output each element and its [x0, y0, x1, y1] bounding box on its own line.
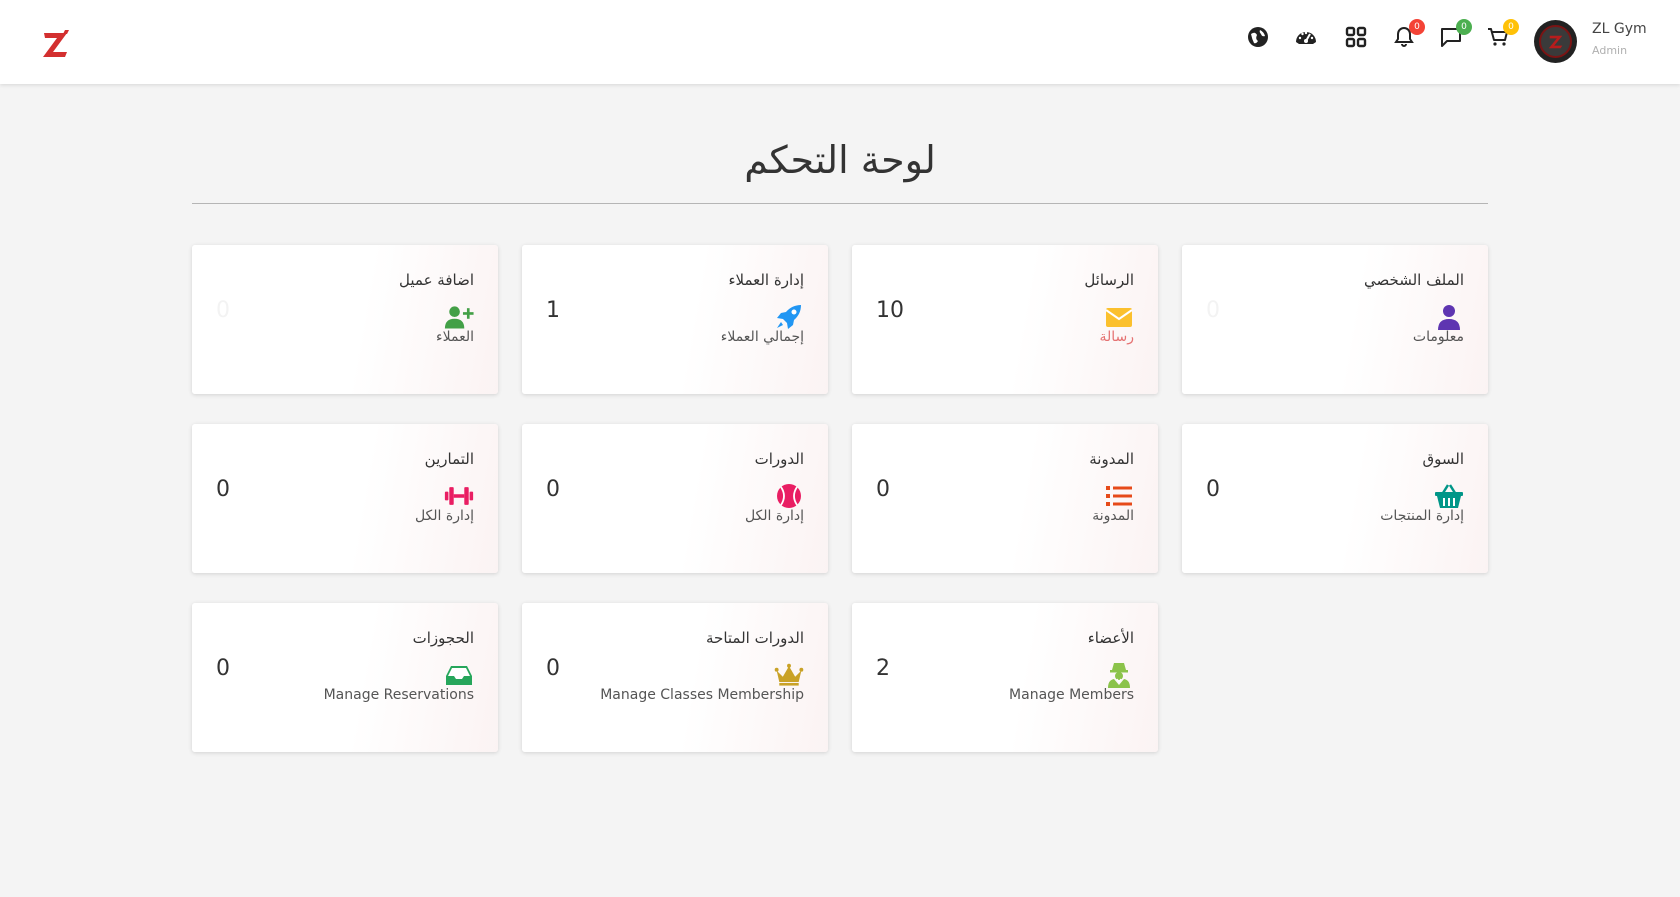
card-count: 0 [546, 477, 560, 502]
card-count: 0 [1206, 477, 1220, 502]
globe-icon[interactable] [1243, 22, 1273, 52]
crown-icon [774, 661, 804, 689]
dumbbell-icon [444, 482, 474, 510]
dashboard-card[interactable]: اضافة عميل العملاء 0 [192, 245, 498, 394]
card-subtitle: Manage Members [1009, 687, 1134, 703]
card-subtitle: رسالة [1099, 329, 1134, 345]
card-count: 1 [546, 298, 560, 323]
card-title: التمارين [424, 450, 474, 468]
card-title: اضافة عميل [399, 271, 474, 289]
card-count: 0 [1206, 298, 1220, 323]
dashboard-card[interactable]: إدارة العملاء إجمالي العملاء 1 [522, 245, 828, 394]
speedometer-icon[interactable] [1291, 22, 1321, 52]
grid-icon[interactable] [1341, 22, 1371, 52]
card-count: 0 [876, 477, 890, 502]
inbox-icon [444, 661, 474, 689]
user-icon [1434, 303, 1464, 331]
card-title: الرسائل [1084, 271, 1134, 289]
dashboard-card[interactable]: الملف الشخصي معلومات 0 [1182, 245, 1488, 394]
card-subtitle: إدارة الكل [414, 508, 474, 524]
bell-icon[interactable]: 0 [1389, 19, 1425, 52]
card-count: 0 [216, 656, 230, 681]
avatar-logo-icon [1539, 25, 1572, 58]
notification-badge: 0 [1409, 19, 1425, 35]
dashboard-card[interactable]: الحجوزات Manage Reservations 0 [192, 603, 498, 752]
card-title: المدونة [1089, 450, 1134, 468]
envelope-icon [1104, 303, 1134, 331]
basket-icon [1434, 482, 1464, 510]
dashboard-card[interactable]: الأعضاء Manage Members 2 [852, 603, 1158, 752]
card-count: 0 [546, 656, 560, 681]
dashboard-card[interactable]: الرسائل رسالة 10 [852, 245, 1158, 394]
logo-icon[interactable] [41, 29, 71, 59]
user-name[interactable]: ZL Gym [1592, 21, 1647, 37]
card-subtitle: معلومات [1412, 329, 1464, 345]
card-subtitle: إجمالي العملاء [720, 329, 804, 345]
card-subtitle: إدارة المنتجات [1380, 508, 1464, 524]
chat-icon[interactable]: 0 [1436, 19, 1472, 52]
avatar[interactable] [1534, 20, 1577, 63]
card-count: 0 [216, 477, 230, 502]
list-icon [1104, 482, 1134, 510]
dashboard-card[interactable]: المدونة المدونة 0 [852, 424, 1158, 573]
user-role: Admin [1592, 44, 1628, 57]
member-icon [1104, 661, 1134, 689]
ball-icon [774, 482, 804, 510]
card-title: الأعضاء [1087, 629, 1134, 647]
cart-badge: 0 [1503, 19, 1519, 35]
message-badge: 0 [1456, 19, 1472, 35]
page-title: لوحة التحكم [744, 138, 936, 182]
card-count: 10 [876, 298, 904, 323]
card-title: الدورات المتاحة [706, 629, 804, 647]
dashboard-card[interactable]: الدورات المتاحة Manage Classes Membership… [522, 603, 828, 752]
card-subtitle: المدونة [1092, 508, 1134, 524]
dashboard-card[interactable]: السوق إدارة المنتجات 0 [1182, 424, 1488, 573]
card-title: السوق [1422, 450, 1464, 468]
card-subtitle: Manage Reservations [323, 687, 474, 703]
user-plus-icon [444, 303, 474, 331]
card-title: الدورات [754, 450, 804, 468]
dashboard-card[interactable]: التمارين إدارة الكل 0 [192, 424, 498, 573]
card-subtitle: العملاء [436, 329, 474, 345]
rocket-icon [774, 303, 804, 331]
cart-icon[interactable]: 0 [1483, 19, 1519, 52]
card-count: 0 [216, 298, 230, 323]
card-title: الملف الشخصي [1364, 271, 1464, 289]
top-navbar: 0 0 0 ZL Gym Admin [0, 0, 1680, 84]
dashboard-card[interactable]: الدورات إدارة الكل 0 [522, 424, 828, 573]
card-title: الحجوزات [412, 629, 474, 647]
card-count: 2 [876, 656, 890, 681]
title-divider [192, 203, 1488, 204]
card-subtitle: Manage Classes Membership [600, 687, 804, 703]
card-subtitle: إدارة الكل [744, 508, 804, 524]
card-title: إدارة العملاء [728, 271, 804, 289]
